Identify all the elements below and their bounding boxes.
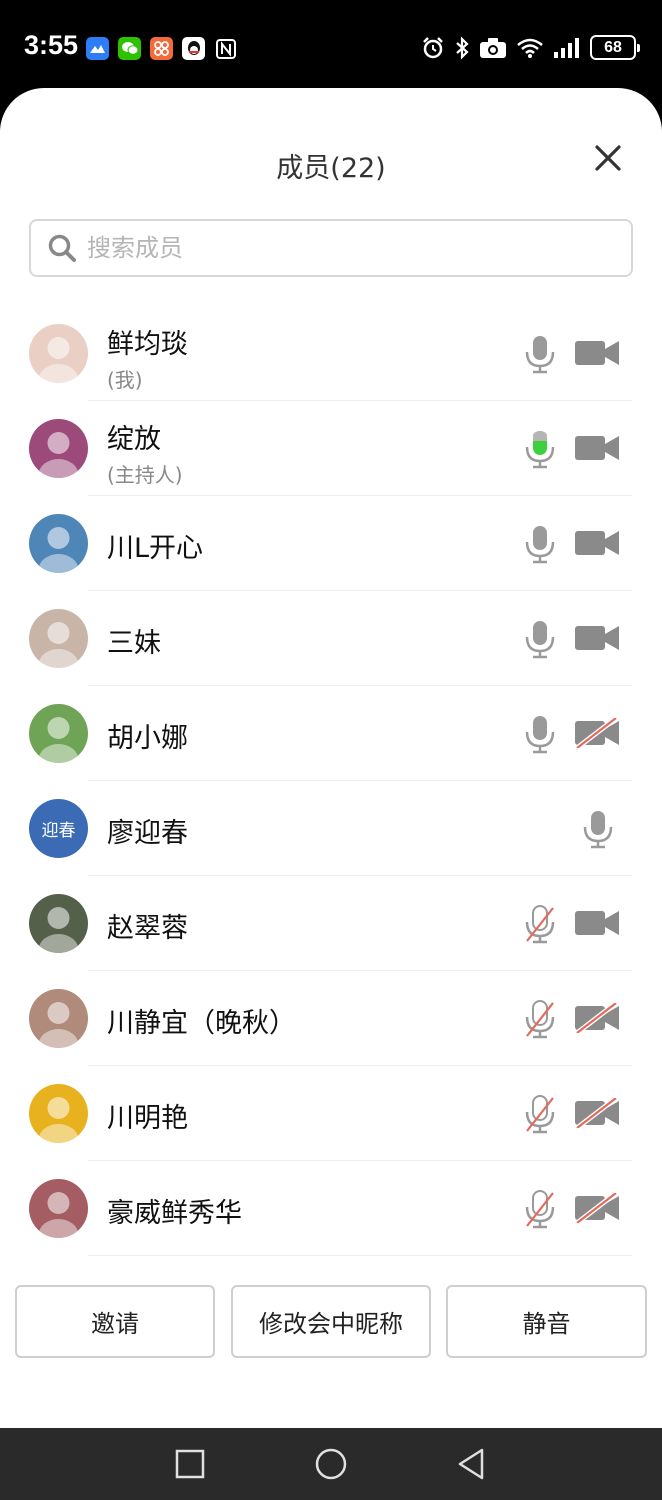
- bluetooth-icon: [456, 35, 469, 60]
- avatar-photo: [38, 527, 79, 573]
- member-row[interactable]: 绽放 (主持人): [0, 401, 662, 496]
- qq-icon: [182, 37, 205, 60]
- mic-icon[interactable]: [522, 334, 558, 374]
- camera-icon[interactable]: [574, 338, 620, 368]
- mic-off-icon[interactable]: [522, 1094, 558, 1134]
- avatar: [29, 324, 88, 383]
- alarm-icon: [423, 36, 443, 58]
- nfc-icon: [214, 37, 237, 60]
- member-name: 鲜均琰: [107, 329, 188, 360]
- member-row[interactable]: 川L开心: [0, 496, 662, 591]
- avatar: [29, 419, 88, 478]
- avatar-photo: [38, 432, 79, 478]
- status-bar: 3:55 68: [0, 0, 662, 95]
- mic-off-icon[interactable]: [522, 999, 558, 1039]
- camera-off-icon[interactable]: [574, 1193, 620, 1223]
- mic-icon[interactable]: [580, 809, 616, 849]
- camera-off-icon[interactable]: [574, 1003, 620, 1033]
- avatar-photo: [38, 717, 79, 763]
- avatar: [29, 1179, 88, 1238]
- search-bar[interactable]: [29, 219, 633, 277]
- notification-icons: [86, 37, 237, 60]
- camera-icon: [480, 37, 506, 58]
- member-name: 胡小娜: [107, 723, 188, 754]
- member-name: 廖迎春: [107, 818, 188, 849]
- avatar: [29, 989, 88, 1048]
- signal-icon: [554, 37, 579, 58]
- avatar: [29, 609, 88, 668]
- mic-icon[interactable]: [522, 619, 558, 659]
- member-role: (主持人): [107, 463, 183, 487]
- avatar-photo: [38, 622, 79, 668]
- avatar-photo: [38, 907, 79, 953]
- member-list: 鲜均琰 (我) 绽放 (主持人) 川L开心三妹胡小娜迎春 廖迎春赵翠蓉川静宜（晚秋） 川明艳…: [0, 306, 662, 1256]
- member-name: 川静宜（晚秋）: [107, 1008, 296, 1039]
- search-input[interactable]: [87, 234, 607, 262]
- member-row[interactable]: 川明艳: [0, 1066, 662, 1161]
- member-row[interactable]: 胡小娜: [0, 686, 662, 781]
- member-name: 三妹: [107, 628, 161, 659]
- member-role: (我): [107, 368, 143, 392]
- avatar: [29, 704, 88, 763]
- member-row[interactable]: 鲜均琰 (我): [0, 306, 662, 401]
- avatar: 迎春: [29, 799, 88, 858]
- invite-button[interactable]: 邀请: [15, 1285, 215, 1358]
- avatar: [29, 894, 88, 953]
- mute-all-button[interactable]: 静音: [446, 1285, 647, 1358]
- mic-icon[interactable]: [522, 714, 558, 754]
- member-row[interactable]: 迎春 廖迎春: [0, 781, 662, 876]
- member-row[interactable]: 川静宜（晚秋）: [0, 971, 662, 1066]
- member-name: 川L开心: [107, 533, 204, 564]
- member-row[interactable]: 豪威鲜秀华: [0, 1161, 662, 1256]
- camera-icon[interactable]: [574, 623, 620, 653]
- member-name: 赵翠蓉: [107, 913, 188, 944]
- rename-button[interactable]: 修改会中昵称: [231, 1285, 431, 1358]
- mic-off-icon[interactable]: [522, 904, 558, 944]
- member-name: 川明艳: [107, 1103, 188, 1134]
- mic-off-icon[interactable]: [522, 1189, 558, 1229]
- grid-app-icon: [150, 37, 173, 60]
- system-icons: 68: [421, 35, 640, 60]
- avatar-initials: 迎春: [41, 821, 76, 841]
- members-sheet: 成员(22) 鲜均琰 (我) 绽放 (主持人) 川L开心三妹胡小娜迎春 廖迎春赵翠蓉川静宜…: [0, 88, 662, 1428]
- avatar: [29, 1084, 88, 1143]
- camera-off-icon[interactable]: [574, 1098, 620, 1128]
- member-row[interactable]: 赵翠蓉: [0, 876, 662, 971]
- search-icon: [48, 234, 76, 262]
- camera-off-icon[interactable]: [574, 718, 620, 748]
- battery-indicator: 68: [590, 35, 640, 60]
- recents-icon[interactable]: [175, 1449, 205, 1479]
- member-name: 豪威鲜秀华: [107, 1198, 242, 1229]
- mic-icon[interactable]: [522, 524, 558, 564]
- row-divider: [88, 1255, 632, 1256]
- wechat-icon: [118, 37, 141, 60]
- status-time: 3:55: [24, 30, 79, 60]
- navigation-bar: [0, 1428, 662, 1500]
- camera-icon[interactable]: [574, 433, 620, 463]
- back-icon[interactable]: [456, 1447, 486, 1481]
- avatar: [29, 514, 88, 573]
- avatar-photo: [38, 1097, 79, 1143]
- member-row[interactable]: 三妹: [0, 591, 662, 686]
- mic-speaking-icon[interactable]: [522, 429, 558, 469]
- camera-icon[interactable]: [574, 528, 620, 558]
- lark-icon: [86, 37, 109, 60]
- page-title: 成员(22): [276, 153, 386, 184]
- member-name: 绽放: [107, 424, 161, 455]
- close-icon[interactable]: [590, 140, 626, 176]
- avatar-photo: [38, 1002, 79, 1048]
- camera-icon[interactable]: [574, 908, 620, 938]
- home-icon[interactable]: [314, 1447, 348, 1481]
- avatar-photo: [38, 337, 79, 383]
- wifi-icon: [517, 38, 543, 58]
- avatar-photo: [38, 1192, 79, 1238]
